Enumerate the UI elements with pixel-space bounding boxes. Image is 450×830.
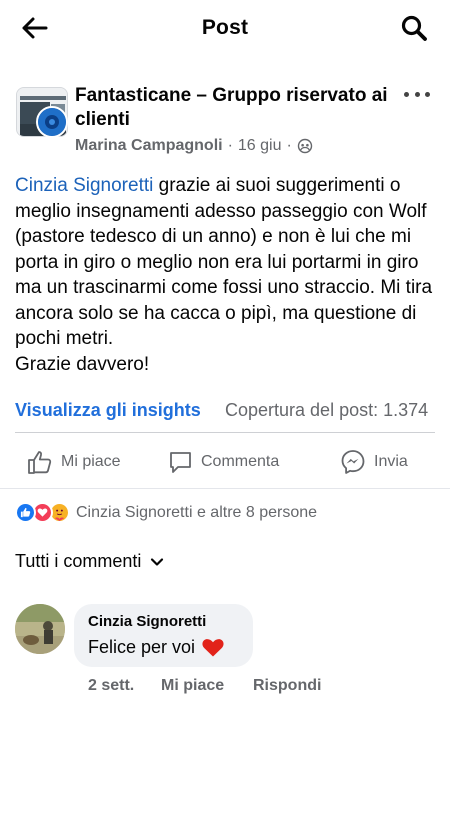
author-avatar[interactable] — [36, 106, 68, 138]
post-meta: Marina Campagnoli · 16 giu · — [75, 137, 313, 155]
more-dot-icon — [425, 91, 430, 97]
comment-icon — [170, 451, 191, 473]
messenger-icon — [341, 450, 365, 474]
more-dot-icon — [404, 91, 409, 97]
share-label: Invia — [374, 453, 408, 470]
meta-separator: · — [286, 137, 292, 154]
view-insights-link[interactable]: Visualizza gli insights — [15, 400, 201, 421]
comment-reply-button[interactable]: Rispondi — [253, 677, 321, 695]
comments-filter-label: Tutti i commenti — [15, 551, 142, 571]
more-dot-icon — [414, 91, 420, 97]
comment-like-button[interactable]: Mi piace — [161, 677, 224, 695]
comment-time: 2 sett. — [88, 677, 135, 694]
divider — [0, 488, 450, 489]
reactions-summary[interactable]: Cinzia Signoretti e altre 8 persone — [15, 502, 317, 523]
search-icon — [401, 15, 427, 41]
like-reaction-icon — [15, 502, 36, 523]
post-date[interactable]: 16 giu — [238, 137, 282, 155]
red-heart-icon — [202, 639, 224, 657]
thumbs-up-icon — [28, 451, 52, 474]
meta-separator: · — [227, 137, 233, 154]
divider — [15, 432, 435, 433]
like-label: Mi piace — [61, 453, 121, 470]
members-icon — [297, 138, 313, 154]
comment-bubble[interactable]: Cinzia Signoretti Felice per voi — [74, 604, 253, 667]
comment-button[interactable]: Commenta — [168, 446, 279, 478]
author-name[interactable]: Marina Campagnoli — [75, 137, 223, 155]
page-title: Post — [201, 16, 249, 39]
comment-body: Felice per voi — [88, 636, 196, 657]
post-body-text: grazie ai suoi suggerimenti o meglio ins… — [15, 175, 433, 349]
group-name[interactable]: Fantasticane – Gruppo riservato ai clien… — [75, 84, 397, 132]
post-text: Cinzia Signoretti grazie ai suoi suggeri… — [15, 173, 440, 377]
reactions-text: Cinzia Signoretti e altre 8 persone — [76, 503, 318, 521]
search-button[interactable] — [396, 10, 432, 46]
post-reach: Copertura del post: 1.374 — [225, 400, 429, 420]
comment-text: Felice per voi — [88, 636, 239, 658]
post-body-closing: Grazie davvero! — [15, 353, 150, 375]
comment-label: Commenta — [201, 453, 280, 470]
commenter-avatar[interactable] — [15, 604, 65, 654]
share-button[interactable]: Invia — [340, 446, 408, 478]
like-button[interactable]: Mi piace — [27, 446, 121, 478]
comment-author[interactable]: Cinzia Signoretti — [88, 613, 239, 630]
mention-link[interactable]: Cinzia Signoretti — [15, 175, 153, 196]
chevron-down-icon — [151, 557, 164, 566]
comments-filter[interactable]: Tutti i commenti — [15, 551, 166, 572]
more-options-button[interactable] — [404, 86, 430, 102]
